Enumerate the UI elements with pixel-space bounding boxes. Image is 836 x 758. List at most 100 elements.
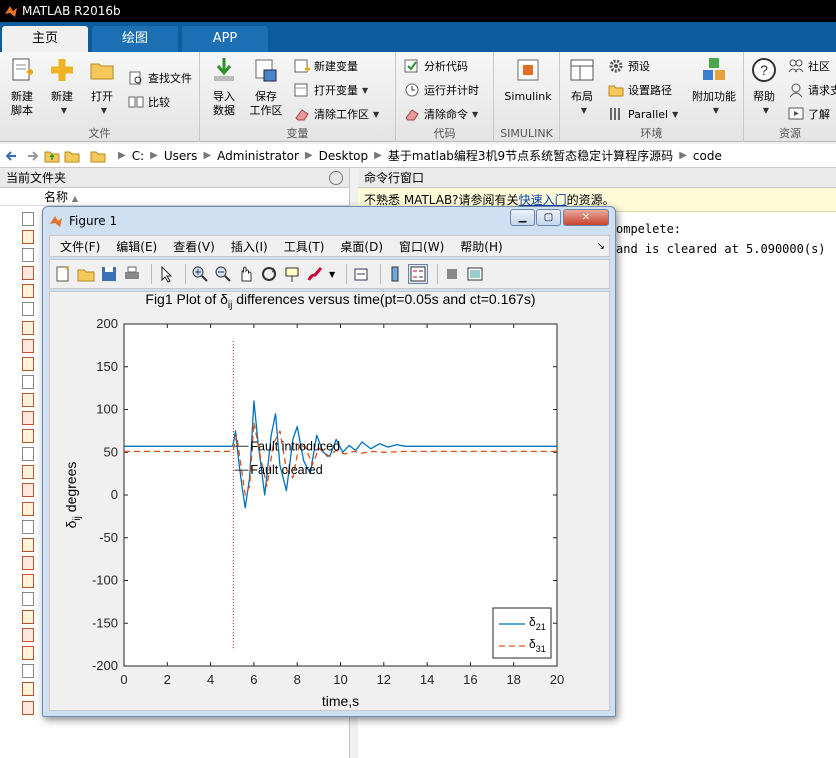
addons-button[interactable]: 附加功能 ▼ [686,56,742,118]
set-path-button[interactable]: 设置路径 [608,80,672,100]
learn-button[interactable]: 了解 [788,104,830,124]
request-support-button[interactable]: 请求支 [788,80,836,100]
figure-canvas[interactable]: 0 2 4 6 8 10 12 14 16 18 20 200 150 100 50 0 -50 -100 -150… [49,291,610,711]
file-icon[interactable] [22,392,34,407]
file-icon[interactable] [22,573,34,588]
file-icon[interactable] [22,628,34,643]
file-icon[interactable] [22,447,34,462]
file-icon[interactable] [22,429,34,444]
axes[interactable]: 0 2 4 6 8 10 12 14 16 18 20 200 150 100 50 0 -50 -100 -150… [63,291,564,709]
show-plot-tools-icon[interactable] [466,265,484,283]
file-icon[interactable] [22,374,34,389]
file-icon[interactable] [22,664,34,679]
file-icon[interactable] [22,248,34,263]
breadcrumb-drive[interactable]: C: ▶ [132,149,158,163]
breadcrumb-administrator[interactable]: Administrator ▶ [217,149,313,163]
menu-desktop[interactable]: 桌面(D) [340,238,383,255]
save-figure-icon[interactable] [100,265,118,283]
breadcrumb-code[interactable]: code [693,149,722,163]
file-icon[interactable] [22,465,34,480]
insert-colorbar-icon[interactable] [386,265,404,283]
file-icon[interactable] [22,610,34,625]
file-icon[interactable] [22,230,34,245]
clear-commands-button[interactable]: 清除命令 ▼ [404,104,478,124]
parallel-dropdown-icon[interactable]: ▼ [672,110,678,119]
insert-legend-icon[interactable] [408,264,429,284]
close-button[interactable]: ✕ [563,209,609,226]
menu-edit[interactable]: 编辑(E) [116,238,157,255]
zoom-out-icon[interactable] [214,265,232,283]
menu-insert[interactable]: 插入(I) [231,238,268,255]
clear-commands-dropdown-icon[interactable]: ▼ [472,110,478,119]
file-icon[interactable] [22,646,34,661]
zoom-in-icon[interactable] [191,265,209,283]
tab-plots[interactable]: 绘图 [92,26,178,52]
file-icon[interactable] [22,591,34,606]
file-icon[interactable] [22,682,34,697]
edit-plot-arrow-icon[interactable] [157,265,175,283]
find-files-button[interactable]: 查找文件 [128,68,192,88]
open-file-icon[interactable] [77,265,95,283]
minimize-button[interactable]: ▁ [510,209,535,226]
file-icon[interactable] [22,338,34,353]
community-button[interactable]: 社区 [788,56,830,76]
layout-button[interactable]: 布局 ▼ [562,56,602,118]
name-column-header[interactable]: 名称 ▲ [0,188,349,206]
forward-arrow-icon[interactable] [24,148,40,164]
menu-view[interactable]: 查看(V) [173,238,215,255]
print-icon[interactable] [123,265,141,283]
parallel-button[interactable]: Parallel ▼ [608,104,678,124]
file-icon[interactable] [22,284,34,299]
menu-tools[interactable]: 工具(T) [284,238,325,255]
file-icon[interactable] [22,320,34,335]
file-icon[interactable] [22,483,34,498]
menu-window[interactable]: 窗口(W) [399,238,444,255]
file-icon[interactable] [22,212,34,226]
compare-button[interactable]: 比较 [128,92,170,112]
browse-folder-icon[interactable] [64,148,80,164]
brush-dropdown-icon[interactable]: ▼ [329,270,335,279]
file-icon[interactable] [22,700,34,715]
file-icon[interactable] [22,501,34,516]
import-data-button[interactable]: 导入 数据 [204,56,244,118]
brush-icon[interactable] [306,265,324,283]
file-icon[interactable] [22,555,34,570]
preferences-button[interactable]: 预设 [608,56,650,76]
save-workspace-button[interactable]: 保存 工作区 [246,56,286,118]
new-figure-icon[interactable] [54,265,72,283]
file-icon[interactable] [22,266,34,281]
breadcrumb-desktop[interactable]: Desktop ▶ [319,149,382,163]
figure-window[interactable]: Figure 1 ▁ ▢ ✕ 文件(F) 编辑(E) 查看(V) 插入(I) 工… [42,206,616,717]
new-button[interactable]: 新建 ▼ [42,56,82,118]
figure-title-bar[interactable]: Figure 1 [49,211,117,231]
new-variable-button[interactable]: 新建变量 [294,56,358,76]
panel-menu-icon[interactable] [329,171,343,185]
hide-plot-tools-icon[interactable] [443,265,461,283]
menu-dock-arrow-icon[interactable]: ↘ [597,241,605,252]
open-variable-button[interactable]: 打开变量 ▼ [294,80,368,100]
file-icon[interactable] [22,537,34,552]
rotate-3d-icon[interactable] [260,265,278,283]
breadcrumb-users[interactable]: Users ▶ [164,149,211,163]
file-icon[interactable] [22,411,34,426]
pan-hand-icon[interactable] [237,265,255,283]
simulink-button[interactable]: Simulink [500,56,556,104]
maximize-button[interactable]: ▢ [536,209,561,226]
data-cursor-icon[interactable] [283,265,301,283]
tab-apps[interactable]: APP [182,26,268,52]
tab-home[interactable]: 主页 [2,26,88,52]
menu-file[interactable]: 文件(F) [60,238,100,255]
help-button[interactable]: ? 帮助 ▼ [744,56,784,118]
up-folder-icon[interactable] [44,148,60,164]
back-arrow-icon[interactable] [4,148,20,164]
file-icon[interactable] [22,356,34,371]
clear-workspace-button[interactable]: 清除工作区 ▼ [294,104,379,124]
new-script-button[interactable]: 新建 脚本 [2,56,42,118]
link-plot-icon[interactable] [352,265,370,283]
analyze-code-button[interactable]: 分析代码 [404,56,468,76]
breadcrumb-project-folder[interactable]: 基于matlab编程3机9节点系统暂态稳定计算程序源码 ▶ [388,147,687,164]
quick-start-link[interactable]: 快速入门 [519,193,567,207]
plot-area[interactable]: 0 2 4 6 8 10 12 14 16 18 20 200 150 100 50 0 -50 -100 -150… [50,291,611,712]
file-icon[interactable] [22,519,34,534]
open-variable-dropdown-icon[interactable]: ▼ [362,86,368,95]
